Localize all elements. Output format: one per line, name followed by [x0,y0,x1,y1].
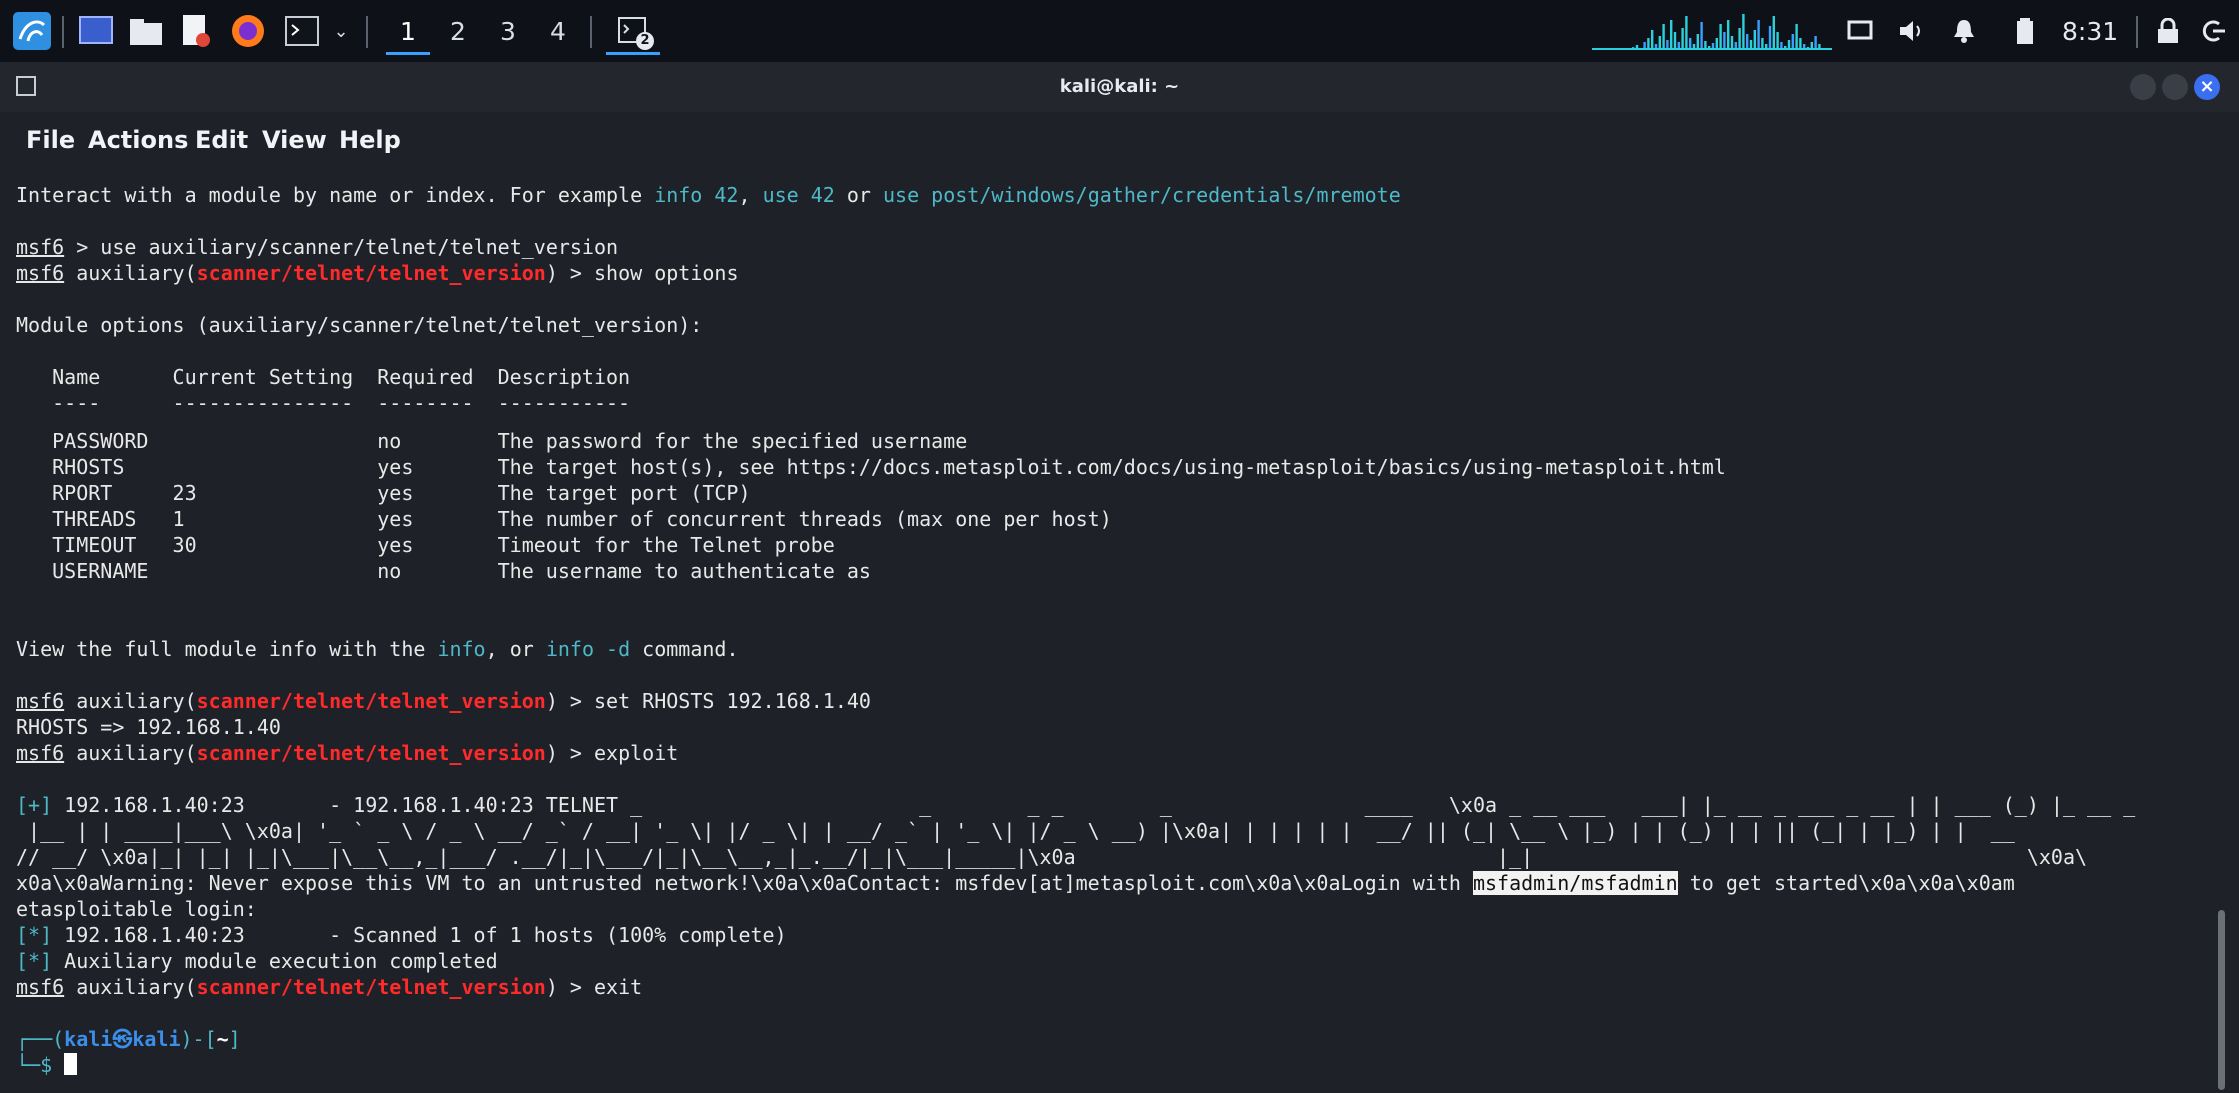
text-cursor [64,1053,78,1075]
table-row: PASSWORD no The password for the specifi… [16,429,968,453]
shell-prompt: ┌──(kali㉿kali)-[~] [16,1027,241,1051]
table-row: TIMEOUT 30 yes Timeout for the Telnet pr… [16,533,835,557]
network-activity-bar [1768,26,1772,50]
menu-actions[interactable]: Actions [88,126,188,154]
text-editor-icon[interactable] [176,10,216,52]
terminal-output[interactable]: Interact with a module by name or index.… [16,182,2216,1087]
task-count-badge: 2 [636,32,654,50]
network-activity-bar [1772,16,1775,50]
network-activity-bar [1658,36,1661,50]
network-icon[interactable] [1842,10,1878,52]
network-activity-bar [1746,34,1749,50]
terminal-line: msf6 auxiliary(scanner/telnet/telnet_ver… [16,741,679,765]
terminal-line: RHOSTS => 192.168.1.40 [16,715,281,739]
logout-icon[interactable] [2196,10,2232,52]
volume-icon[interactable] [1894,10,1930,52]
network-activity-bar [1730,36,1734,50]
network-graph [1592,12,1832,52]
scrollbar[interactable] [2218,910,2225,1090]
terminal-task-button[interactable]: 2 [606,10,660,55]
menu-edit[interactable]: Edit [195,126,248,154]
battery-icon[interactable] [2010,10,2040,52]
terminal-line: x0a\x0aWarning: Never expose this VM to … [16,871,2015,895]
terminal-icon[interactable] [282,10,322,52]
maximize-button[interactable] [2162,74,2188,100]
close-button[interactable]: × [2194,74,2220,100]
table-row: RPORT 23 yes The target port (TCP) [16,481,751,505]
show-desktop-icon[interactable] [76,10,116,52]
kali-menu-icon[interactable] [10,10,54,52]
network-activity-bar [1685,16,1688,50]
terminal-window: kali@kali: ~ × File Actions Edit View He… [0,62,2239,1093]
top-panel: ⌄ 1 2 3 4 2 8:31 [0,0,2239,63]
network-activity-bar [1681,28,1684,50]
firefox-icon[interactable] [226,10,270,52]
menu-bar: File Actions Edit View Help [0,112,2239,170]
terminal-line: msf6 auxiliary(scanner/telnet/telnet_ver… [16,689,871,713]
network-activity-bar [1670,20,1673,50]
terminal-line: etasploitable login: [16,897,257,921]
workspace-2[interactable]: 2 [436,12,480,52]
network-activity-bar [1696,34,1699,50]
table-row: THREADS 1 yes The number of concurrent t… [16,507,1112,531]
title-bar[interactable]: kali@kali: ~ × [0,62,2239,112]
notifications-icon[interactable] [1946,10,1982,52]
shell-input-line[interactable]: └─$ [16,1052,78,1078]
terminal-line: [*] 192.168.1.40:23 - Scanned 1 of 1 hos… [16,923,787,947]
minimize-button[interactable] [2130,74,2156,100]
lock-icon[interactable] [2150,10,2186,52]
workspace-1[interactable]: 1 [386,12,430,55]
clock[interactable]: 8:31 [2062,12,2118,52]
options-table-separator: ---- --------------- -------- ----------… [16,391,631,415]
terminal-line: msf6 auxiliary(scanner/telnet/telnet_ver… [16,975,643,999]
network-activity-bar [1757,20,1760,50]
terminal-line: // __/ \x0a|_| |_| |_|\___|\__\__,_|___/… [16,845,2088,869]
table-row: USERNAME no The username to authenticate… [16,559,871,583]
terminal-line: msf6 > use auxiliary/scanner/telnet/teln… [16,235,619,259]
terminal-line: msf6 auxiliary(scanner/telnet/telnet_ver… [16,261,739,285]
network-activity-bar [1651,30,1654,50]
chevron-down-icon[interactable]: ⌄ [328,10,354,52]
network-activity-bar [1662,24,1665,50]
network-activity-bar [1814,36,1817,50]
network-graph-baseline [1592,48,1832,50]
menu-file[interactable]: File [26,126,75,154]
network-activity-bar [1776,32,1779,50]
options-table-header: Name Current Setting Required Descriptio… [16,365,631,389]
network-activity-bar [1700,22,1703,50]
network-activity-bar [1727,20,1730,50]
menu-view[interactable]: View [262,126,327,154]
network-activity-bar [1723,32,1726,50]
workspace-4[interactable]: 4 [536,12,580,52]
table-row: RHOSTS yes The target host(s), see https… [16,455,1726,479]
network-activity-bar [1791,34,1794,50]
terminal-line: [*] Auxiliary module execution completed [16,949,498,973]
network-activity-bar [1742,14,1745,50]
highlighted-credentials: msfadmin/msfadmin [1472,871,1678,895]
terminal-line: Interact with a module by name or index.… [16,183,1401,207]
terminal-line: View the full module info with the info,… [16,637,739,661]
menu-help[interactable]: Help [339,126,401,154]
network-activity-bar [1795,24,1798,50]
terminal-line: [+] 192.168.1.40:23 - 192.168.1.40:23 TE… [16,793,2136,817]
network-activity-bar [1738,28,1741,50]
network-activity-bar [1673,32,1677,50]
terminal-line: Module options (auxiliary/scanner/telnet… [16,313,703,337]
workspace-3[interactable]: 3 [486,12,530,52]
network-activity-bar [1719,24,1722,50]
terminal-line: |__ | | ____|___\ \x0a| '_ ` _ \ / _ \ _… [16,819,2015,843]
network-activity-bar [1753,30,1756,50]
window-title: kali@kali: ~ [1059,76,1180,97]
file-manager-icon[interactable] [126,10,166,52]
